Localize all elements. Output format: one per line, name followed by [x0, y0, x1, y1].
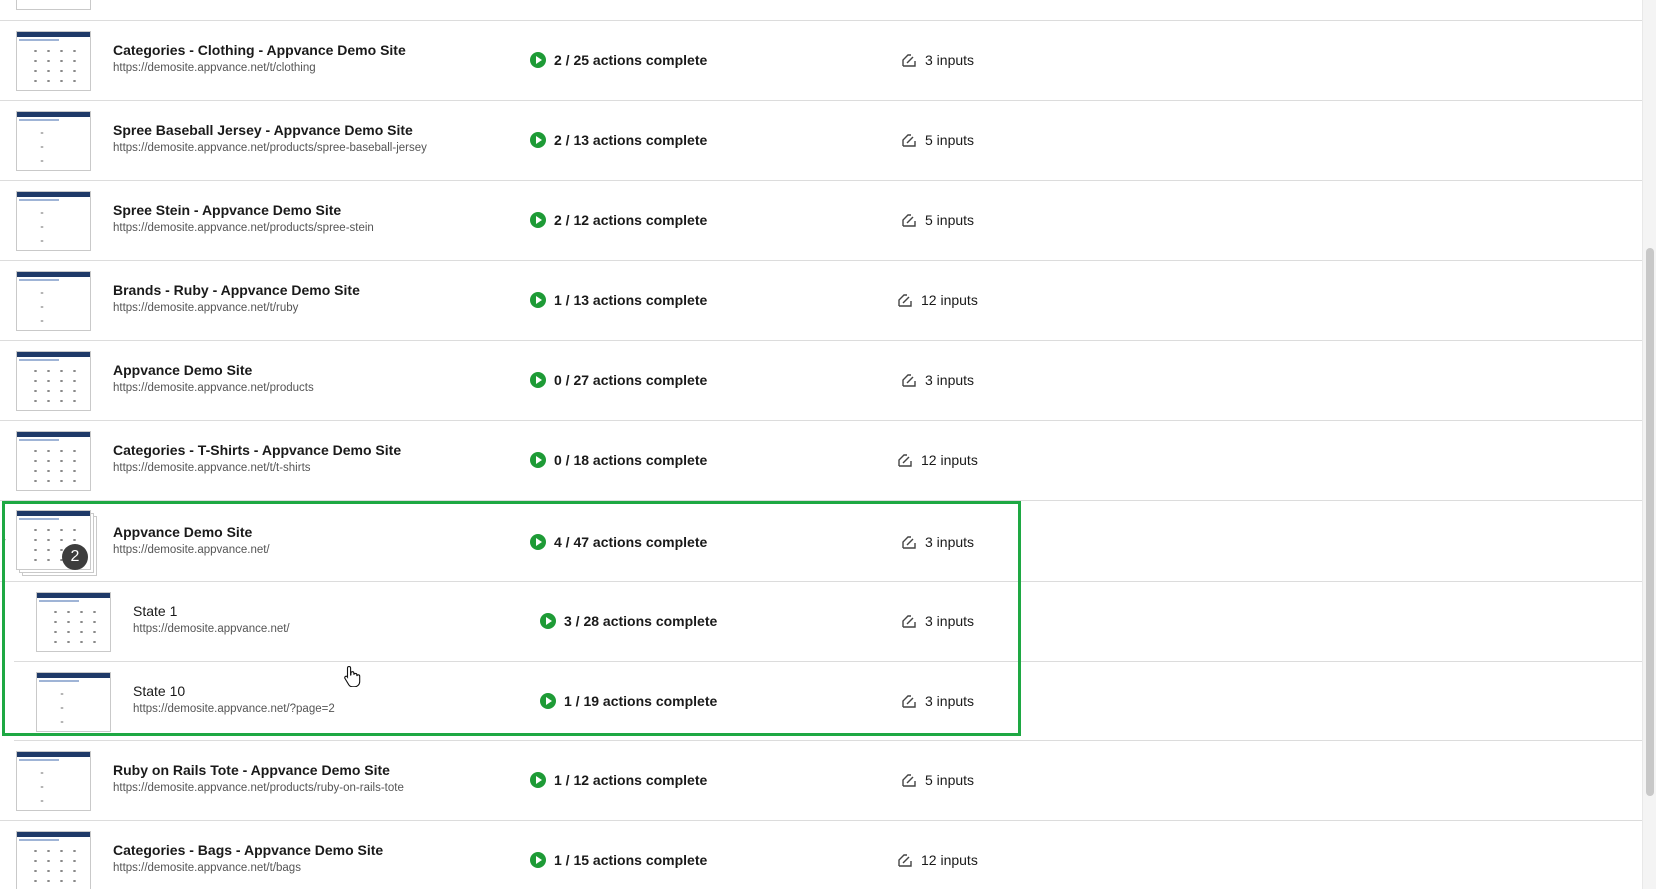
- expand-chevron-icon[interactable]: ›: [2, 532, 6, 546]
- list-item-state[interactable]: State 1 https://demosite.appvance.net/ 3…: [14, 582, 1642, 662]
- input-form-icon: [902, 133, 916, 147]
- inputs-count[interactable]: 3 inputs: [902, 534, 974, 550]
- play-circle-icon: [530, 452, 546, 468]
- input-form-icon: [902, 535, 916, 549]
- scrollbar[interactable]: [1642, 0, 1656, 889]
- actions-status[interactable]: 1 / 15 actions complete: [530, 852, 707, 868]
- page-title[interactable]: Categories - Clothing - Appvance Demo Si…: [113, 42, 406, 58]
- list-item[interactable]: Ruby on Rails Tote - Appvance Demo Site …: [0, 741, 1642, 821]
- actions-status[interactable]: 3 / 28 actions complete: [540, 613, 717, 629]
- page-title[interactable]: Spree Stein - Appvance Demo Site: [113, 202, 341, 218]
- page-thumbnail: [16, 31, 91, 91]
- page-title[interactable]: Brands - Ruby - Appvance Demo Site: [113, 282, 360, 298]
- input-form-icon: [898, 853, 912, 867]
- input-form-icon: [898, 293, 912, 307]
- list-item-partial[interactable]: [0, 0, 1642, 21]
- inputs-count[interactable]: 3 inputs: [902, 372, 974, 388]
- input-form-icon: [902, 53, 916, 67]
- play-circle-icon: [530, 52, 546, 68]
- page-url: https://demosite.appvance.net/t/bags: [113, 862, 301, 874]
- list-item[interactable]: Brands - Ruby - Appvance Demo Site https…: [0, 261, 1642, 341]
- actions-status[interactable]: 2 / 12 actions complete: [530, 212, 707, 228]
- actions-status[interactable]: 4 / 47 actions complete: [530, 534, 707, 550]
- play-circle-icon: [530, 292, 546, 308]
- play-circle-icon: [530, 534, 546, 550]
- page-thumbnail: [16, 431, 91, 491]
- list-item[interactable]: Categories - T-Shirts - Appvance Demo Si…: [0, 421, 1642, 501]
- page-url: https://demosite.appvance.net/: [133, 623, 290, 635]
- page-thumbnail: [16, 751, 91, 811]
- page-url: https://demosite.appvance.net/?page=2: [133, 703, 335, 715]
- page-thumbnail: [36, 592, 111, 652]
- state-count-badge: 2: [62, 544, 88, 570]
- page-thumbnail: [16, 351, 91, 411]
- play-circle-icon: [530, 772, 546, 788]
- play-circle-icon: [530, 212, 546, 228]
- list-item[interactable]: Categories - Bags - Appvance Demo Site h…: [0, 821, 1642, 889]
- inputs-count[interactable]: 12 inputs: [898, 452, 978, 468]
- state-title[interactable]: State 1: [133, 603, 177, 619]
- inputs-count[interactable]: 5 inputs: [902, 772, 974, 788]
- input-form-icon: [902, 373, 916, 387]
- list-item-state[interactable]: State 10 https://demosite.appvance.net/?…: [14, 662, 1642, 741]
- inputs-count[interactable]: 3 inputs: [902, 613, 974, 629]
- actions-status[interactable]: 1 / 13 actions complete: [530, 292, 707, 308]
- play-circle-icon: [540, 613, 556, 629]
- list-item[interactable]: Spree Baseball Jersey - Appvance Demo Si…: [0, 101, 1642, 181]
- inputs-count[interactable]: 3 inputs: [902, 52, 974, 68]
- page-title[interactable]: Categories - Bags - Appvance Demo Site: [113, 842, 383, 858]
- actions-status[interactable]: 2 / 25 actions complete: [530, 52, 707, 68]
- page-url: https://demosite.appvance.net/products: [113, 382, 314, 394]
- page-url: https://demosite.appvance.net/products/r…: [113, 782, 404, 794]
- page-thumbnail: [16, 831, 91, 889]
- list-item[interactable]: Categories - Clothing - Appvance Demo Si…: [0, 21, 1642, 101]
- page-url: https://demosite.appvance.net/products/s…: [113, 222, 374, 234]
- page-url: https://demosite.appvance.net/t/clothing: [113, 62, 316, 74]
- page-title[interactable]: Appvance Demo Site: [113, 362, 252, 378]
- page-url: https://demosite.appvance.net/t/ruby: [113, 302, 299, 314]
- actions-status[interactable]: 0 / 18 actions complete: [530, 452, 707, 468]
- play-circle-icon: [530, 132, 546, 148]
- page-thumbnail: [36, 672, 111, 732]
- page-thumbnail: [16, 111, 91, 171]
- play-circle-icon: [540, 693, 556, 709]
- input-form-icon: [902, 614, 916, 628]
- actions-status[interactable]: 2 / 13 actions complete: [530, 132, 707, 148]
- inputs-count[interactable]: 3 inputs: [902, 693, 974, 709]
- play-circle-icon: [530, 372, 546, 388]
- inputs-count[interactable]: 5 inputs: [902, 212, 974, 228]
- page-thumbnail: [16, 191, 91, 251]
- actions-status[interactable]: 1 / 19 actions complete: [540, 693, 717, 709]
- actions-status[interactable]: 0 / 27 actions complete: [530, 372, 707, 388]
- inputs-count[interactable]: 12 inputs: [898, 292, 978, 308]
- page-thumbnail: [16, 0, 91, 10]
- page-thumbnail: [16, 271, 91, 331]
- page-url: https://demosite.appvance.net/products/s…: [113, 142, 427, 154]
- inputs-count[interactable]: 5 inputs: [902, 132, 974, 148]
- input-form-icon: [902, 773, 916, 787]
- state-title[interactable]: State 10: [133, 683, 185, 699]
- actions-status[interactable]: 1 / 12 actions complete: [530, 772, 707, 788]
- list-item-group[interactable]: 2 Appvance Demo Site https://demosite.ap…: [0, 501, 1642, 582]
- inputs-count[interactable]: 12 inputs: [898, 852, 978, 868]
- list-item[interactable]: Appvance Demo Site https://demosite.appv…: [0, 341, 1642, 421]
- input-form-icon: [898, 453, 912, 467]
- hand-cursor-icon: [344, 665, 361, 687]
- page-title[interactable]: Appvance Demo Site: [113, 524, 252, 540]
- input-form-icon: [902, 213, 916, 227]
- page-title[interactable]: Categories - T-Shirts - Appvance Demo Si…: [113, 442, 401, 458]
- list-item[interactable]: Spree Stein - Appvance Demo Site https:/…: [0, 181, 1642, 261]
- page-url: https://demosite.appvance.net/: [113, 544, 270, 556]
- play-circle-icon: [530, 852, 546, 868]
- scrollbar-thumb[interactable]: [1646, 248, 1654, 796]
- page-url: https://demosite.appvance.net/t/t-shirts: [113, 462, 311, 474]
- input-form-icon: [902, 694, 916, 708]
- page-title[interactable]: Spree Baseball Jersey - Appvance Demo Si…: [113, 122, 413, 138]
- page-title[interactable]: Ruby on Rails Tote - Appvance Demo Site: [113, 762, 390, 778]
